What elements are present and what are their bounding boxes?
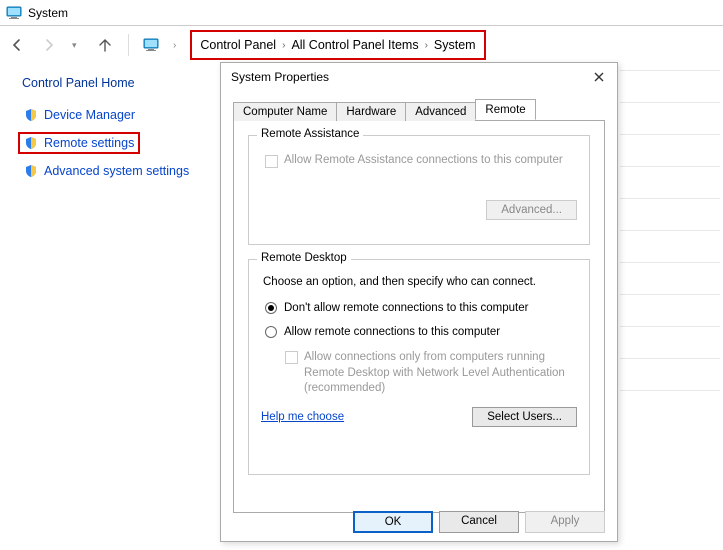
group-legend: Remote Assistance: [257, 128, 363, 140]
system-properties-dialog: System Properties Computer Name Hardware…: [220, 62, 618, 542]
chevron-right-icon: ›: [173, 40, 176, 51]
radio-icon: [265, 302, 277, 314]
tab-page-remote: Remote Assistance Allow Remote Assistanc…: [233, 121, 605, 513]
chevron-right-icon: ›: [425, 40, 428, 51]
close-button[interactable]: [591, 69, 607, 85]
window-title: System: [28, 6, 68, 20]
cancel-button[interactable]: Cancel: [439, 511, 519, 533]
sidebar-item-advanced-settings[interactable]: Advanced system settings: [24, 164, 205, 178]
nav-history-dropdown[interactable]: ▾: [72, 40, 82, 51]
sidebar-item-label: Device Manager: [44, 108, 135, 122]
checkbox-nla: Allow connections only from computers ru…: [285, 350, 577, 397]
nav-separator: [128, 34, 129, 56]
chevron-right-icon: ›: [282, 40, 285, 51]
shield-icon: [24, 108, 38, 122]
radio-dont-allow[interactable]: Don't allow remote connections to this c…: [265, 302, 577, 314]
control-panel-home-link[interactable]: Control Panel Home: [22, 76, 205, 90]
address-bar-icon: [143, 37, 159, 53]
tab-strip: Computer Name Hardware Advanced Remote: [233, 99, 605, 121]
checkbox-label: Allow connections only from computers ru…: [304, 350, 577, 397]
tab-advanced[interactable]: Advanced: [405, 102, 476, 121]
dialog-title: System Properties: [231, 70, 329, 84]
tab-remote[interactable]: Remote: [475, 99, 535, 120]
apply-button: Apply: [525, 511, 605, 533]
group-remote-desktop: Remote Desktop Choose an option, and the…: [248, 259, 590, 475]
remote-desktop-intro: Choose an option, and then specify who c…: [263, 276, 577, 288]
shield-icon: [24, 164, 38, 178]
advanced-button: Advanced...: [486, 200, 577, 220]
help-me-choose-link[interactable]: Help me choose: [261, 411, 344, 423]
dialog-titlebar: System Properties: [221, 63, 617, 91]
close-icon: [593, 71, 605, 83]
group-remote-assistance: Remote Assistance Allow Remote Assistanc…: [248, 135, 590, 245]
sidebar-item-label: Advanced system settings: [44, 164, 189, 178]
sidebar: Control Panel Home Device Manager Remote…: [0, 64, 215, 198]
radio-allow[interactable]: Allow remote connections to this compute…: [265, 326, 577, 338]
checkbox-icon: [285, 351, 298, 364]
checkbox-icon: [265, 155, 278, 168]
select-users-button[interactable]: Select Users...: [472, 407, 577, 427]
checkbox-allow-remote-assistance: Allow Remote Assistance connections to t…: [265, 154, 577, 168]
nav-back-button[interactable]: [8, 36, 26, 54]
sidebar-item-label: Remote settings: [44, 136, 134, 150]
tab-hardware[interactable]: Hardware: [336, 102, 406, 121]
sidebar-item-device-manager[interactable]: Device Manager: [24, 108, 205, 122]
radio-icon: [265, 326, 277, 338]
radio-label: Allow remote connections to this compute…: [284, 326, 500, 338]
nav-toolbar: ▾ › Control Panel › All Control Panel It…: [0, 26, 723, 64]
tab-computer-name[interactable]: Computer Name: [233, 102, 337, 121]
nav-up-button[interactable]: [96, 36, 114, 54]
breadcrumb-item-all-items[interactable]: All Control Panel Items: [291, 38, 418, 52]
dialog-button-row: OK Cancel Apply: [353, 511, 605, 533]
group-legend: Remote Desktop: [257, 252, 351, 264]
radio-label: Don't allow remote connections to this c…: [284, 302, 528, 314]
system-icon: [6, 5, 22, 21]
ok-button[interactable]: OK: [353, 511, 433, 533]
nav-forward-button[interactable]: [40, 36, 58, 54]
breadcrumb-item-system[interactable]: System: [434, 38, 476, 52]
background-lines: [620, 70, 720, 422]
window-titlebar: System: [0, 0, 723, 26]
breadcrumb-item-control-panel[interactable]: Control Panel: [200, 38, 276, 52]
sidebar-item-remote-settings[interactable]: Remote settings: [18, 132, 140, 154]
breadcrumb[interactable]: Control Panel › All Control Panel Items …: [190, 30, 485, 60]
checkbox-label: Allow Remote Assistance connections to t…: [284, 154, 563, 166]
shield-icon: [24, 136, 38, 150]
